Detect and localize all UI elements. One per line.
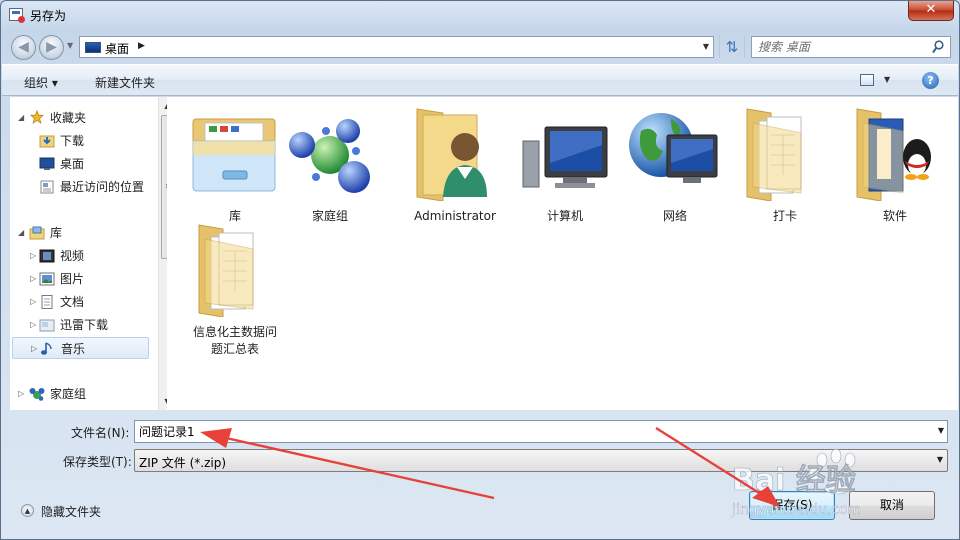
favorites-star-icon — [29, 110, 45, 124]
tree-item-documents[interactable]: ▷ 文档 — [10, 291, 150, 313]
video-library-icon — [39, 249, 55, 263]
tree-label-libraries: 库 — [50, 226, 63, 240]
tree-item-music[interactable]: ▷ 音乐 — [12, 337, 149, 359]
tree-label-pictures: 图片 — [60, 272, 85, 286]
collapse-arrow-icon[interactable]: ◢ — [18, 107, 28, 129]
tree-label-desktop: 桌面 — [60, 157, 85, 171]
save-type-value: ZIP 文件 (*.zip) — [139, 456, 227, 470]
tree-item-desktop[interactable]: 桌面 — [10, 153, 150, 175]
hide-folders-button[interactable]: 隐藏文件夹 — [41, 503, 101, 520]
homegroup-icon — [29, 388, 45, 401]
save-type-label: 保存类型(T): — [63, 455, 132, 469]
breadcrumb-chevron-icon[interactable]: ▶ — [138, 41, 145, 51]
file-label: 软件 — [882, 209, 907, 223]
file-label: 信息化主数据问题汇总表 — [192, 325, 277, 356]
file-item-homegroup[interactable]: 家庭组 — [280, 105, 380, 225]
tree-item-pictures[interactable]: ▷ 图片 — [10, 268, 150, 290]
tree-favorites[interactable]: ◢ 收藏夹 — [10, 107, 150, 129]
libraries-folder-icon — [192, 118, 276, 192]
new-folder-button[interactable]: 新建文件夹 — [95, 74, 155, 91]
filename-dropdown-icon[interactable]: ▼ — [938, 426, 944, 435]
file-label: 打卡 — [772, 209, 797, 223]
tree-item-recent-places[interactable]: 最近访问的位置 — [10, 176, 150, 198]
tree-label-favorites: 收藏夹 — [50, 111, 87, 125]
tree-label-thunder-downloads: 迅雷下载 — [60, 318, 109, 332]
tree-label-recent-places: 最近访问的位置 — [60, 180, 145, 194]
documents-library-icon — [41, 295, 53, 309]
homegroup-icon — [289, 119, 370, 193]
tree-homegroup[interactable]: ▷ 家庭组 — [10, 383, 150, 405]
file-item-computer[interactable]: 计算机 — [515, 105, 615, 225]
tree-item-thunder-downloads[interactable]: ▷ 迅雷下载 — [10, 314, 150, 336]
computer-icon — [522, 126, 608, 188]
collapse-up-icon[interactable]: ▲ — [21, 504, 34, 517]
file-item-administrator[interactable]: Administrator — [405, 105, 505, 225]
file-item-software-folder[interactable]: 软件 — [845, 105, 945, 225]
filename-field[interactable]: ▼ — [134, 420, 948, 443]
tree-label-music: 音乐 — [61, 342, 86, 356]
file-label: Administrator — [414, 209, 496, 223]
navigation-pane: ◢ 收藏夹 下载 桌面 最近访问的位置 ◢ 库 ▷ 视频 ▷ 图片 ▷ 文档 ▷… — [10, 97, 175, 410]
expand-arrow-icon[interactable]: ▷ — [18, 383, 28, 405]
file-item-network[interactable]: 网络 — [625, 105, 725, 225]
music-library-icon — [41, 342, 52, 355]
help-button[interactable]: ? — [922, 72, 939, 89]
file-item-daka-folder[interactable]: 打卡 — [735, 105, 835, 225]
back-button[interactable]: ◀ — [11, 35, 36, 60]
file-label: 家庭组 — [311, 209, 348, 223]
folder-icon — [198, 224, 254, 318]
filename-input[interactable] — [139, 424, 919, 438]
recent-locations-dropdown-icon[interactable]: ▼ — [67, 41, 73, 50]
tree-item-videos[interactable]: ▷ 视频 — [10, 245, 150, 267]
tree-label-downloads: 下载 — [60, 134, 85, 148]
breadcrumb-location[interactable]: 桌面 — [105, 40, 129, 57]
refresh-button[interactable]: ⇅ — [719, 36, 745, 58]
baidu-jingyan-watermark: Bai 经验 jingyan.baidu.com — [731, 448, 861, 518]
network-icon — [629, 113, 718, 183]
navigation-bar: ◀ ▶ ▼ 桌面 ▶ ▼ ⇅ — [1, 31, 959, 63]
desktop-icon — [85, 42, 101, 53]
libraries-icon — [29, 226, 45, 240]
change-view-icon[interactable] — [860, 74, 874, 86]
recent-places-icon — [40, 180, 54, 194]
tree-label-homegroup: 家庭组 — [50, 387, 87, 401]
tree-label-videos: 视频 — [60, 249, 85, 263]
file-label: 网络 — [662, 209, 687, 223]
filename-label: 文件名(N): — [71, 426, 130, 440]
title-bar: 另存为 ✕ — [1, 1, 959, 29]
thunder-download-icon — [39, 319, 55, 332]
watermark-site: jingyan.baidu.com — [731, 502, 861, 518]
search-input[interactable] — [758, 40, 918, 54]
file-label: 计算机 — [546, 209, 583, 223]
desktop-icon — [39, 157, 55, 170]
qq-folder-icon — [856, 108, 931, 202]
file-item-summary-folder[interactable]: 信息化主数据问题汇总表 — [185, 221, 285, 358]
pictures-library-icon — [39, 272, 55, 286]
command-toolbar: 组织 ▾ 新建文件夹 ▼ ? — [2, 64, 958, 96]
watermark-brand: Bai 经验 — [732, 463, 856, 498]
file-list-view[interactable]: 库 家庭组 Administrator 计算机 网络 打卡 软件 信息化主数据问… — [167, 97, 958, 410]
save-dialog-icon — [9, 8, 25, 23]
address-dropdown-icon[interactable]: ▼ — [703, 42, 709, 51]
folder-icon — [746, 108, 802, 202]
user-folder-icon — [416, 108, 487, 202]
tree-item-downloads[interactable]: 下载 — [10, 130, 150, 152]
tree-libraries[interactable]: ◢ 库 — [10, 222, 150, 244]
close-button[interactable]: ✕ — [908, 1, 954, 21]
file-item-libraries[interactable]: 库 — [185, 105, 285, 225]
tree-label-documents: 文档 — [60, 295, 85, 309]
search-icon[interactable] — [932, 40, 944, 54]
download-folder-icon — [39, 135, 55, 148]
search-box[interactable] — [751, 36, 951, 58]
window-title: 另存为 — [30, 9, 67, 23]
view-options-dropdown-icon[interactable]: ▼ — [884, 75, 890, 84]
organize-menu-button[interactable]: 组织 ▾ — [24, 74, 58, 91]
forward-button[interactable]: ▶ — [39, 35, 64, 60]
collapse-arrow-icon[interactable]: ◢ — [18, 222, 28, 244]
address-bar[interactable]: 桌面 ▶ ▼ — [79, 36, 714, 58]
